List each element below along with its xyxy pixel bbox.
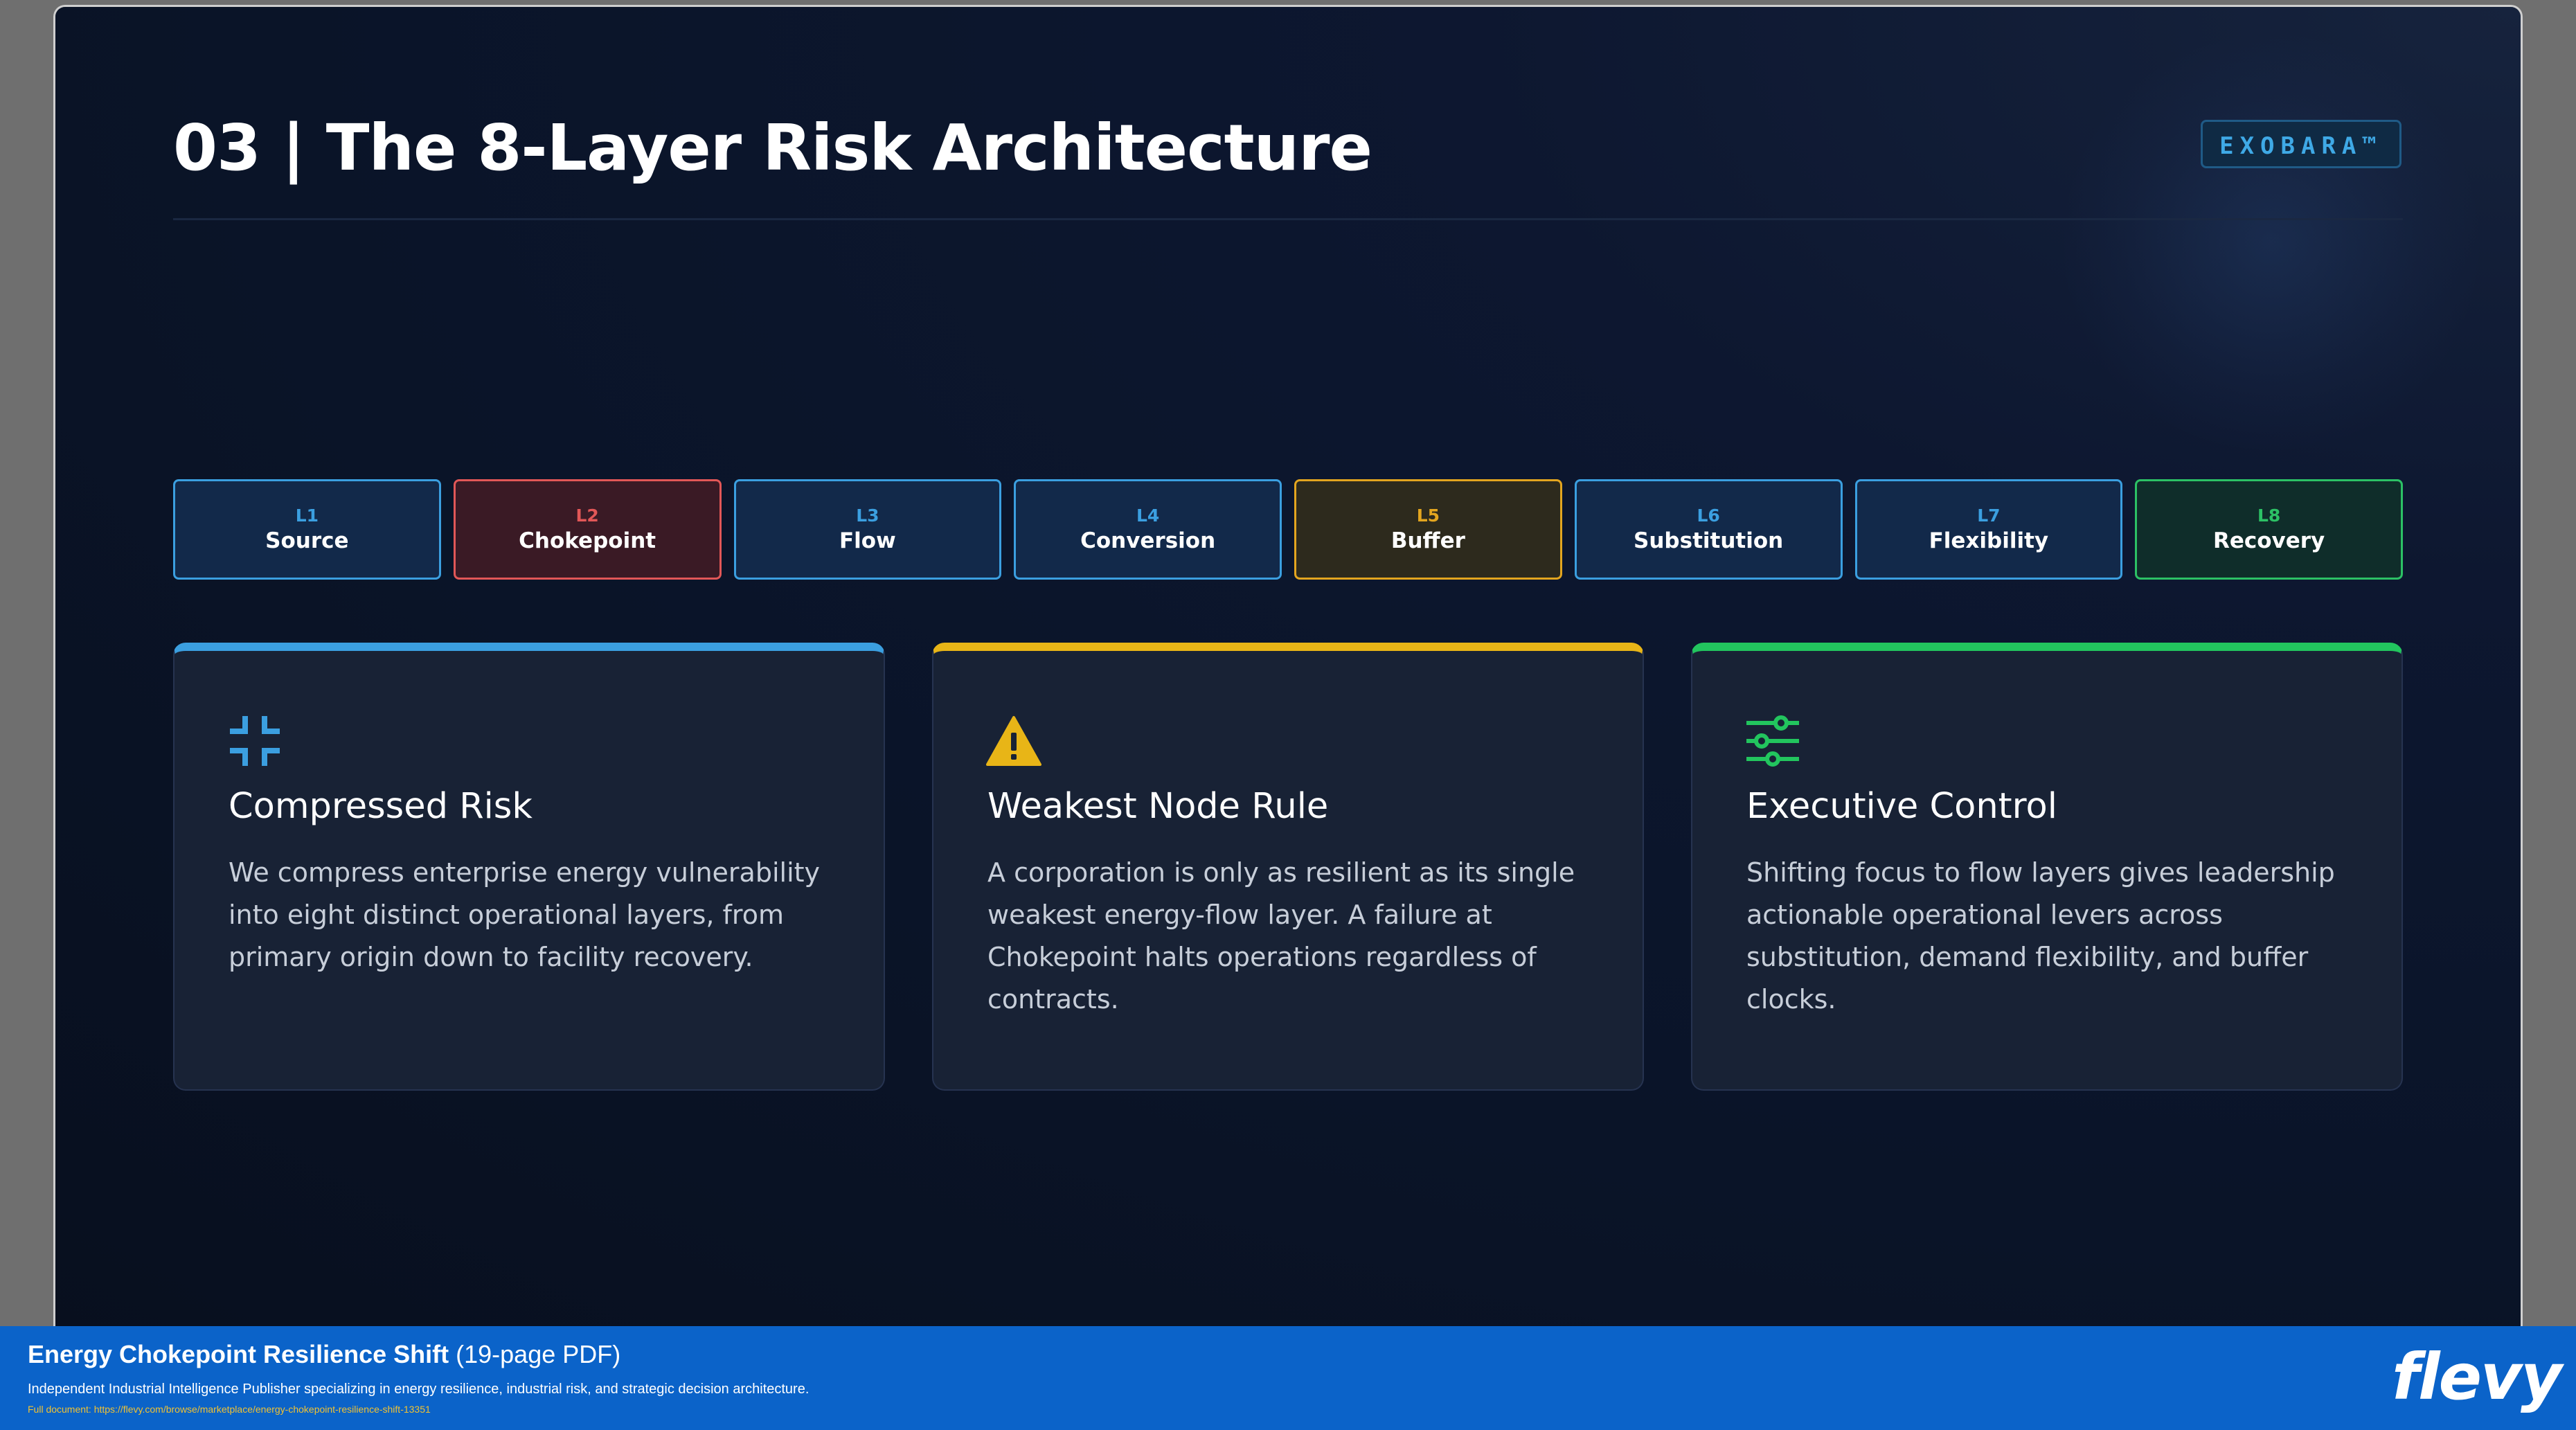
- layer-code: L4: [1136, 505, 1160, 526]
- card-weakest-node: Weakest Node Rule A corporation is only …: [932, 643, 1644, 1091]
- card-executive-control: Executive Control Shifting focus to flow…: [1691, 643, 2403, 1091]
- layer-name: Chokepoint: [519, 528, 656, 553]
- layer-chip-l2[interactable]: L2 Chokepoint: [453, 479, 722, 580]
- layer-code: L8: [2257, 505, 2281, 526]
- layer-name: Flexibility: [1929, 528, 2049, 553]
- layer-name: Buffer: [1390, 528, 1465, 553]
- card-compressed-risk: Compressed Risk We compress enterprise e…: [173, 643, 885, 1091]
- sliders-icon: [1746, 715, 1799, 767]
- layer-name: Conversion: [1080, 528, 1216, 553]
- layer-code: L7: [1977, 505, 2001, 526]
- layer-chip-l1[interactable]: L1 Source: [173, 479, 441, 580]
- brand-badge: EXOBARA™: [2201, 120, 2401, 168]
- publisher-description: Independent Industrial Intelligence Publ…: [28, 1382, 810, 1397]
- layer-code: L5: [1416, 505, 1440, 526]
- info-cards: Compressed Risk We compress enterprise e…: [173, 643, 2403, 1091]
- layer-chip-l4[interactable]: L4 Conversion: [1014, 479, 1282, 580]
- page-count: (19-page PDF): [456, 1340, 621, 1368]
- layer-name: Recovery: [2212, 528, 2325, 553]
- layer-chip-l5[interactable]: L5 Buffer: [1294, 479, 1562, 580]
- compress-icon: [230, 716, 280, 766]
- layer-code: L3: [856, 505, 879, 526]
- layer-code: L2: [575, 505, 599, 526]
- layer-code: L6: [1697, 505, 1720, 526]
- card-body: We compress enterprise energy vulnerabil…: [229, 857, 821, 972]
- layer-name: Flow: [839, 528, 896, 553]
- layer-strip: L1 Source L2 Chokepoint L3 Flow L4 Conve…: [173, 479, 2403, 580]
- layer-chip-l6[interactable]: L6 Substitution: [1574, 479, 1843, 580]
- layer-code: L1: [295, 505, 319, 526]
- document-link[interactable]: Full document: https://flevy.com/browse/…: [28, 1404, 431, 1415]
- document-name: Energy Chokepoint Resilience Shift: [28, 1340, 449, 1368]
- warning-icon: [986, 716, 1041, 766]
- card-body: A corporation is only as resilient as it…: [987, 857, 1575, 1015]
- document-title[interactable]: Energy Chokepoint Resilience Shift (19-p…: [28, 1340, 620, 1369]
- document-footer: Energy Chokepoint Resilience Shift (19-p…: [0, 1326, 2576, 1430]
- layer-name: Source: [265, 528, 349, 553]
- flevy-logo[interactable]: flevy: [2392, 1340, 2562, 1414]
- background-glow: [2064, 35, 2479, 450]
- card-title: Executive Control: [1746, 786, 2057, 827]
- layer-chip-l3[interactable]: L3 Flow: [733, 479, 1002, 580]
- title-divider: [173, 218, 2403, 220]
- layer-chip-l7[interactable]: L7 Flexibility: [1854, 479, 2123, 580]
- layer-chip-l8[interactable]: L8 Recovery: [2135, 479, 2403, 580]
- slide: 03 | The 8-Layer Risk Architecture EXOBA…: [55, 7, 2521, 1354]
- layer-name: Substitution: [1634, 528, 1784, 553]
- card-title: Weakest Node Rule: [987, 786, 1329, 827]
- card-body: Shifting focus to flow layers gives lead…: [1746, 857, 2335, 1015]
- slide-title: 03 | The 8-Layer Risk Architecture: [173, 111, 1372, 185]
- card-title: Compressed Risk: [229, 786, 533, 827]
